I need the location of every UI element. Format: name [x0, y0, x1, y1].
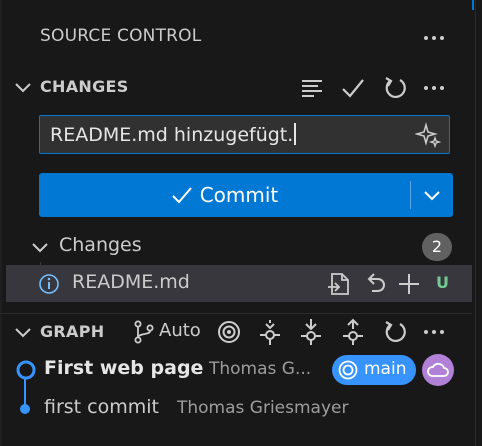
graph-auto-label[interactable]: Auto: [159, 320, 201, 341]
check-icon: [170, 183, 194, 207]
git-branch-icon[interactable]: [132, 319, 156, 345]
commit-author: Thomas Griesmayer: [177, 398, 349, 418]
push-icon[interactable]: [340, 318, 366, 346]
more-actions-icon[interactable]: [421, 26, 447, 50]
changes-section-label: CHANGES: [40, 77, 129, 96]
panel-right-border: [475, 0, 476, 446]
commit-button-label: Commit: [199, 183, 279, 207]
info-icon: [38, 273, 60, 295]
changes-group-header[interactable]: Changes 2: [0, 232, 470, 262]
fetch-icon[interactable]: [257, 318, 283, 346]
commit-options-button[interactable]: [411, 173, 453, 217]
section-divider: [0, 313, 472, 314]
changes-count-badge: 2: [422, 233, 452, 261]
sparkle-icon[interactable]: [415, 122, 441, 148]
untracked-status-badge: U: [436, 273, 449, 292]
target-icon: [337, 359, 359, 381]
branch-name: main: [364, 359, 407, 379]
file-name: README.md: [72, 271, 190, 293]
commit-author: Thomas G...: [209, 359, 312, 379]
pull-icon[interactable]: [298, 318, 324, 346]
panel-title: SOURCE CONTROL: [40, 26, 202, 46]
chevron-down-icon: [13, 323, 33, 343]
chevron-down-icon: [31, 239, 49, 257]
chevron-down-icon: [13, 78, 33, 98]
refresh-icon[interactable]: [381, 318, 409, 346]
chevron-down-icon: [422, 185, 442, 205]
remote-badge: [422, 354, 454, 386]
commit-message: First web page: [44, 357, 204, 379]
changes-group-label: Changes: [59, 234, 142, 256]
refresh-icon[interactable]: [381, 74, 409, 102]
graph-section-header[interactable]: GRAPH Auto: [0, 317, 470, 347]
open-file-icon[interactable]: [326, 271, 352, 297]
source-control-panel: SOURCE CONTROL CHANGES README.md hinzuge…: [0, 0, 482, 446]
commit-message-text: README.md hinzugefügt.: [50, 123, 297, 146]
stage-changes-icon[interactable]: [396, 271, 422, 297]
discard-changes-icon[interactable]: [362, 271, 388, 297]
view-as-tree-icon[interactable]: [299, 75, 325, 101]
commit-node: [18, 402, 32, 416]
more-actions-icon[interactable]: [421, 319, 447, 345]
changed-file-row[interactable]: README.md U: [6, 265, 472, 302]
graph-section-label: GRAPH: [40, 322, 105, 341]
commit-message-input[interactable]: README.md hinzugefügt.: [39, 115, 450, 154]
cloud-icon: [426, 359, 450, 381]
changes-section-header[interactable]: CHANGES: [0, 72, 470, 102]
head-commit-node: [15, 359, 37, 381]
check-icon[interactable]: [340, 75, 366, 101]
commit-button[interactable]: Commit: [39, 173, 409, 217]
target-icon[interactable]: [216, 319, 242, 345]
more-actions-icon[interactable]: [421, 75, 447, 101]
commit-button-group: Commit: [39, 173, 453, 217]
commit-message: first commit: [44, 396, 159, 418]
active-indicator: [472, 0, 474, 10]
branch-badge: main: [332, 355, 416, 385]
graph-commit-row[interactable]: first commit Thomas Griesmayer: [0, 392, 470, 426]
